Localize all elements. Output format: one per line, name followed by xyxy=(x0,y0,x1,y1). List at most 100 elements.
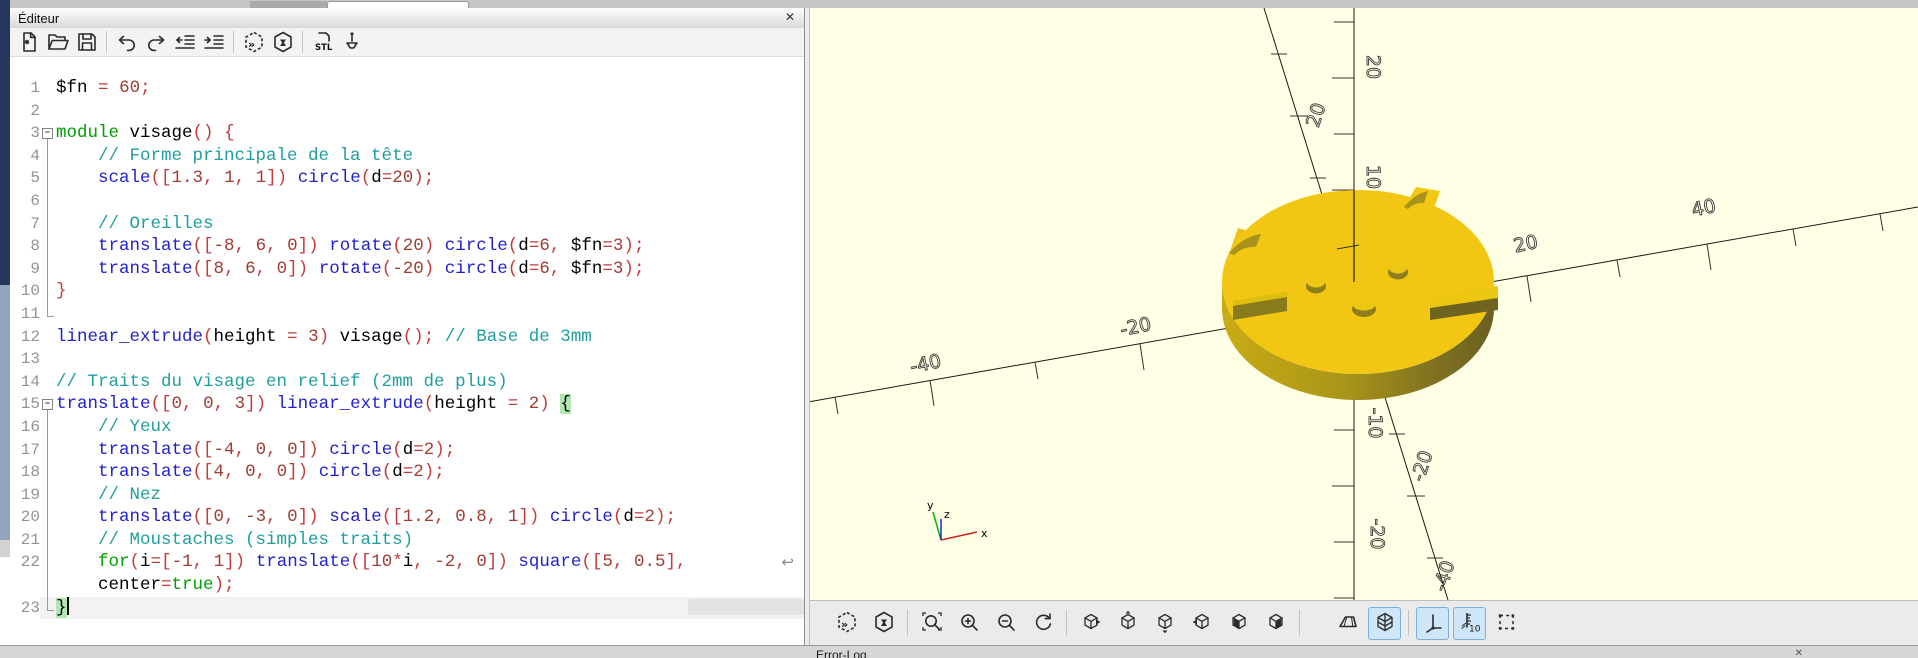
show-crosshairs-button[interactable] xyxy=(1490,607,1523,640)
code-row: 15−translate([0, 0, 3]) linear_extrude(h… xyxy=(10,393,804,416)
fold-collapse-icon[interactable]: − xyxy=(42,399,53,410)
redo-button[interactable] xyxy=(142,29,169,55)
preview-icon: » xyxy=(242,30,266,54)
code-line: } xyxy=(56,280,804,303)
show-scale-markers-button[interactable]: 10 xyxy=(1453,607,1486,640)
model-face xyxy=(1222,187,1498,400)
preview-button[interactable]: » xyxy=(240,29,267,55)
code-line: // Moustaches (simples traits) xyxy=(56,529,804,552)
editor-titlebar[interactable]: Éditeur ✕ xyxy=(10,8,804,29)
code-line: // Nez xyxy=(56,484,804,507)
render-button[interactable] xyxy=(269,29,296,55)
line-number: 2 xyxy=(10,100,40,123)
code-line: // Traits du visage en relief (2mm de pl… xyxy=(56,371,804,394)
view-top-button[interactable] xyxy=(1111,607,1144,640)
line-number: 13 xyxy=(10,348,40,371)
render-icon xyxy=(271,30,295,54)
fold-collapse-icon[interactable]: − xyxy=(42,128,53,139)
view-left-button[interactable] xyxy=(1185,607,1218,640)
axis-tick-label: 20 xyxy=(1362,55,1384,79)
code-row: 9 translate([8, 6, 0]) rotate(-20) circl… xyxy=(10,258,804,281)
line-number: 14 xyxy=(10,371,40,394)
toolbar-separator xyxy=(233,31,234,53)
indent-button[interactable] xyxy=(200,29,227,55)
view-right-button[interactable] xyxy=(1074,607,1107,640)
viewport-scene: -40-20204020-20-402010-10-20 xyxy=(810,8,1918,600)
reset-view-button[interactable] xyxy=(1026,607,1059,640)
editor-toolbar: » STL xyxy=(10,28,804,57)
orthogonal-button[interactable] xyxy=(1368,607,1401,640)
view-front-button[interactable] xyxy=(1222,607,1255,640)
code-line: translate([4, 0, 0]) circle(d=2); xyxy=(56,461,804,484)
preview-button[interactable]: » xyxy=(830,607,863,640)
svg-text:»: » xyxy=(841,618,848,631)
zoom-out-button[interactable] xyxy=(989,607,1022,640)
line-number: 16 xyxy=(10,416,40,439)
axis-indicator-z-label: z xyxy=(944,508,950,521)
code-line: linear_extrude(height = 3) visage(); // … xyxy=(56,326,804,349)
code-row: 20 translate([0, -3, 0]) scale([1.2, 0.8… xyxy=(10,506,804,529)
code-line: module visage() { xyxy=(56,122,804,145)
open-folder-button[interactable] xyxy=(44,29,71,55)
code-row: 7 // Oreilles xyxy=(10,213,804,236)
indent-icon xyxy=(202,30,226,54)
openscad-window: Éditeur ✕ »STL 1$fn = 60;23−module visag… xyxy=(0,0,1918,658)
axis-indicator-y-line xyxy=(933,512,941,540)
code-line: $fn = 60; xyxy=(56,77,804,100)
model-top-face xyxy=(1222,190,1494,374)
background-window-strip-gray xyxy=(0,540,10,557)
reset-view-icon xyxy=(1031,610,1055,637)
toolbar-separator xyxy=(1408,610,1409,636)
render-button[interactable] xyxy=(867,607,900,640)
fold-margin xyxy=(40,303,56,326)
fold-margin xyxy=(40,280,56,303)
fold-margin xyxy=(40,77,56,100)
line-number: 3 xyxy=(10,122,40,145)
unindent-button[interactable] xyxy=(171,29,198,55)
axis-tick-label: -40 xyxy=(908,350,943,378)
code-row: 8 translate([-8, 6, 0]) rotate(20) circl… xyxy=(10,235,804,258)
save-button[interactable] xyxy=(73,29,100,55)
code-line: translate([0, 0, 3]) linear_extrude(heig… xyxy=(56,393,804,416)
new-file-button[interactable] xyxy=(15,29,42,55)
axis-tick-label: -20 xyxy=(1366,518,1388,549)
code-line: translate([8, 6, 0]) rotate(-20) circle(… xyxy=(56,258,804,281)
preview-icon: » xyxy=(835,610,859,637)
editor-panel: Éditeur ✕ »STL 1$fn = 60;23−module visag… xyxy=(0,8,804,658)
code-row: 2 xyxy=(10,100,804,123)
code-row: 11 xyxy=(10,303,804,326)
code-editor[interactable]: 1$fn = 60;23−module visage() {4 // Forme… xyxy=(10,57,804,645)
view-front-icon xyxy=(1227,610,1251,637)
model-nose-top xyxy=(1353,300,1375,311)
editor-scrollbar-thumb[interactable] xyxy=(688,599,804,615)
toolbar-separator xyxy=(302,31,303,53)
fold-margin xyxy=(40,145,56,168)
code-line: for(i=[-1, 1]) translate([10*i, -2, 0]) … xyxy=(56,551,804,574)
error-log-bar[interactable]: Error-Log ✕ xyxy=(0,645,1918,658)
viewport-3d[interactable]: -40-20204020-20-402010-10-20 xyxy=(810,8,1918,600)
close-icon[interactable]: ✕ xyxy=(782,10,798,24)
print-3d-button[interactable] xyxy=(338,29,365,55)
unindent-icon xyxy=(173,30,197,54)
show-axes-button[interactable] xyxy=(1416,607,1449,640)
error-log-close-icon[interactable]: ✕ xyxy=(1795,648,1803,658)
perspective-button[interactable] xyxy=(1331,607,1364,640)
export-stl-icon: STL xyxy=(311,30,335,54)
code-row: 14 // Traits du visage en relief (2mm de … xyxy=(10,371,804,394)
export-stl-button[interactable]: STL xyxy=(309,29,336,55)
svg-text:»: » xyxy=(248,38,255,51)
code-row: 16 // Yeux xyxy=(10,416,804,439)
zoom-in-button[interactable] xyxy=(952,607,985,640)
zoom-all-button[interactable] xyxy=(915,607,948,640)
view-back-button[interactable] xyxy=(1259,607,1292,640)
line-number: 6 xyxy=(10,190,40,213)
code-row: 4 // Forme principale de la tête xyxy=(10,145,804,168)
fold-toggle[interactable]: − xyxy=(40,393,56,416)
zoom-in-icon xyxy=(957,610,981,637)
background-window-strip-dark xyxy=(0,0,10,285)
code-row: 22 for(i=[-1, 1]) translate([10*i, -2, 0… xyxy=(10,551,804,574)
fold-toggle[interactable]: − xyxy=(40,122,56,145)
code-line: // Forme principale de la tête xyxy=(56,145,804,168)
undo-button[interactable] xyxy=(113,29,140,55)
view-bottom-button[interactable] xyxy=(1148,607,1181,640)
